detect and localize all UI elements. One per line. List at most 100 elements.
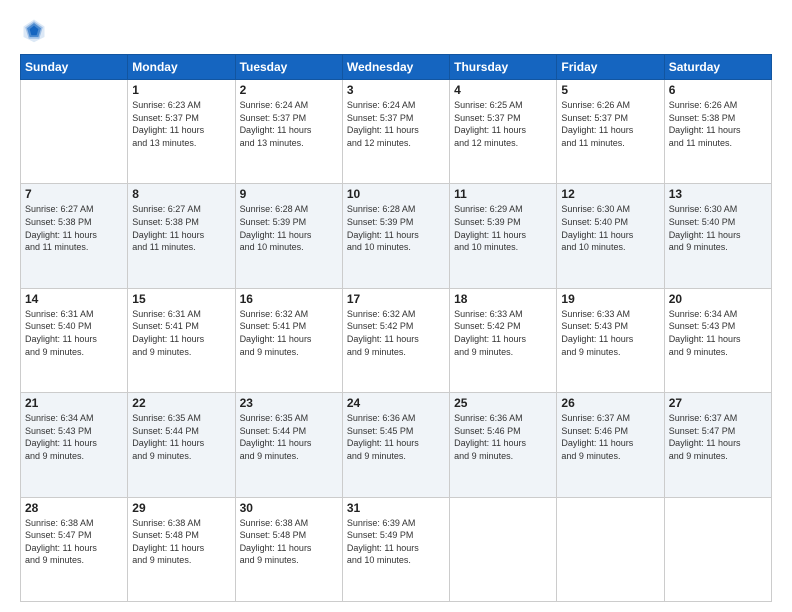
calendar-cell: 22 Sunrise: 6:35 AM Sunset: 5:44 PM Dayli… (128, 393, 235, 497)
day-number: 20 (669, 292, 767, 306)
day-info: Sunrise: 6:32 AM Sunset: 5:42 PM Dayligh… (347, 308, 445, 358)
day-info: Sunrise: 6:28 AM Sunset: 5:39 PM Dayligh… (240, 203, 338, 253)
calendar-week-row: 7 Sunrise: 6:27 AM Sunset: 5:38 PM Daylig… (21, 184, 772, 288)
day-info: Sunrise: 6:33 AM Sunset: 5:43 PM Dayligh… (561, 308, 659, 358)
day-info: Sunrise: 6:38 AM Sunset: 5:48 PM Dayligh… (240, 517, 338, 567)
calendar-cell: 10 Sunrise: 6:28 AM Sunset: 5:39 PM Dayli… (342, 184, 449, 288)
calendar-cell: 9 Sunrise: 6:28 AM Sunset: 5:39 PM Daylig… (235, 184, 342, 288)
day-number: 29 (132, 501, 230, 515)
day-number: 16 (240, 292, 338, 306)
calendar-week-row: 1 Sunrise: 6:23 AM Sunset: 5:37 PM Daylig… (21, 80, 772, 184)
calendar-cell: 11 Sunrise: 6:29 AM Sunset: 5:39 PM Dayli… (450, 184, 557, 288)
calendar-cell: 26 Sunrise: 6:37 AM Sunset: 5:46 PM Dayli… (557, 393, 664, 497)
day-info: Sunrise: 6:29 AM Sunset: 5:39 PM Dayligh… (454, 203, 552, 253)
day-info: Sunrise: 6:25 AM Sunset: 5:37 PM Dayligh… (454, 99, 552, 149)
calendar-header-row: SundayMondayTuesdayWednesdayThursdayFrid… (21, 55, 772, 80)
calendar-cell (450, 497, 557, 601)
day-number: 31 (347, 501, 445, 515)
day-number: 18 (454, 292, 552, 306)
day-number: 28 (25, 501, 123, 515)
day-info: Sunrise: 6:28 AM Sunset: 5:39 PM Dayligh… (347, 203, 445, 253)
day-number: 17 (347, 292, 445, 306)
calendar-cell: 3 Sunrise: 6:24 AM Sunset: 5:37 PM Daylig… (342, 80, 449, 184)
day-number: 4 (454, 83, 552, 97)
day-info: Sunrise: 6:35 AM Sunset: 5:44 PM Dayligh… (132, 412, 230, 462)
calendar-cell (21, 80, 128, 184)
day-number: 10 (347, 187, 445, 201)
calendar-cell: 7Sunrise: 6:27 AM Sunset: 5:38 PM Daylig… (21, 184, 128, 288)
calendar-day-header: Monday (128, 55, 235, 80)
day-number: 19 (561, 292, 659, 306)
day-info: Sunrise: 6:38 AM Sunset: 5:47 PM Dayligh… (25, 517, 123, 567)
header (20, 16, 772, 44)
day-info: Sunrise: 6:37 AM Sunset: 5:46 PM Dayligh… (561, 412, 659, 462)
calendar-table: SundayMondayTuesdayWednesdayThursdayFrid… (20, 54, 772, 602)
day-info: Sunrise: 6:34 AM Sunset: 5:43 PM Dayligh… (669, 308, 767, 358)
calendar-week-row: 21 Sunrise: 6:34 AM Sunset: 5:43 PM Dayli… (21, 393, 772, 497)
calendar-cell: 30Sunrise: 6:38 AM Sunset: 5:48 PM Dayli… (235, 497, 342, 601)
day-number: 1 (132, 83, 230, 97)
day-number: 22 (132, 396, 230, 410)
day-info: Sunrise: 6:30 AM Sunset: 5:40 PM Dayligh… (561, 203, 659, 253)
day-info: Sunrise: 6:36 AM Sunset: 5:46 PM Dayligh… (454, 412, 552, 462)
calendar-cell: 1 Sunrise: 6:23 AM Sunset: 5:37 PM Daylig… (128, 80, 235, 184)
calendar-cell: 24 Sunrise: 6:36 AM Sunset: 5:45 PM Dayli… (342, 393, 449, 497)
calendar-cell: 16 Sunrise: 6:32 AM Sunset: 5:41 PM Dayli… (235, 288, 342, 392)
calendar-cell (664, 497, 771, 601)
day-number: 27 (669, 396, 767, 410)
day-info: Sunrise: 6:36 AM Sunset: 5:45 PM Dayligh… (347, 412, 445, 462)
day-number: 21 (25, 396, 123, 410)
day-number: 6 (669, 83, 767, 97)
calendar-day-header: Saturday (664, 55, 771, 80)
calendar-cell: 5Sunrise: 6:26 AM Sunset: 5:37 PM Daylig… (557, 80, 664, 184)
day-info: Sunrise: 6:23 AM Sunset: 5:37 PM Dayligh… (132, 99, 230, 149)
day-info: Sunrise: 6:32 AM Sunset: 5:41 PM Dayligh… (240, 308, 338, 358)
calendar-day-header: Sunday (21, 55, 128, 80)
calendar-cell: 20 Sunrise: 6:34 AM Sunset: 5:43 PM Dayli… (664, 288, 771, 392)
page: SundayMondayTuesdayWednesdayThursdayFrid… (0, 0, 792, 612)
day-info: Sunrise: 6:26 AM Sunset: 5:38 PM Dayligh… (669, 99, 767, 149)
day-info: Sunrise: 6:31 AM Sunset: 5:40 PM Dayligh… (25, 308, 123, 358)
day-number: 25 (454, 396, 552, 410)
day-number: 11 (454, 187, 552, 201)
calendar-cell: 19 Sunrise: 6:33 AM Sunset: 5:43 PM Dayli… (557, 288, 664, 392)
day-number: 12 (561, 187, 659, 201)
day-number: 9 (240, 187, 338, 201)
day-info: Sunrise: 6:33 AM Sunset: 5:42 PM Dayligh… (454, 308, 552, 358)
calendar-cell (557, 497, 664, 601)
day-info: Sunrise: 6:38 AM Sunset: 5:48 PM Dayligh… (132, 517, 230, 567)
day-info: Sunrise: 6:24 AM Sunset: 5:37 PM Dayligh… (347, 99, 445, 149)
logo-icon (20, 16, 48, 44)
calendar-cell: 2 Sunrise: 6:24 AM Sunset: 5:37 PM Daylig… (235, 80, 342, 184)
calendar-cell: 25 Sunrise: 6:36 AM Sunset: 5:46 PM Dayli… (450, 393, 557, 497)
calendar-cell: 18 Sunrise: 6:33 AM Sunset: 5:42 PM Dayli… (450, 288, 557, 392)
day-info: Sunrise: 6:31 AM Sunset: 5:41 PM Dayligh… (132, 308, 230, 358)
day-info: Sunrise: 6:34 AM Sunset: 5:43 PM Dayligh… (25, 412, 123, 462)
calendar-cell: 15 Sunrise: 6:31 AM Sunset: 5:41 PM Dayli… (128, 288, 235, 392)
day-number: 2 (240, 83, 338, 97)
day-info: Sunrise: 6:27 AM Sunset: 5:38 PM Dayligh… (132, 203, 230, 253)
day-number: 26 (561, 396, 659, 410)
day-number: 8 (132, 187, 230, 201)
calendar-cell: 28 Sunrise: 6:38 AM Sunset: 5:47 PM Dayli… (21, 497, 128, 601)
calendar-cell: 21 Sunrise: 6:34 AM Sunset: 5:43 PM Dayli… (21, 393, 128, 497)
calendar-cell: 14 Sunrise: 6:31 AM Sunset: 5:40 PM Dayli… (21, 288, 128, 392)
day-number: 13 (669, 187, 767, 201)
day-number: 7 (25, 187, 123, 201)
calendar-week-row: 14 Sunrise: 6:31 AM Sunset: 5:40 PM Dayli… (21, 288, 772, 392)
calendar-day-header: Wednesday (342, 55, 449, 80)
calendar-cell: 12 Sunrise: 6:30 AM Sunset: 5:40 PM Dayli… (557, 184, 664, 288)
day-info: Sunrise: 6:37 AM Sunset: 5:47 PM Dayligh… (669, 412, 767, 462)
calendar-cell: 4 Sunrise: 6:25 AM Sunset: 5:37 PM Daylig… (450, 80, 557, 184)
calendar-cell: 8 Sunrise: 6:27 AM Sunset: 5:38 PM Daylig… (128, 184, 235, 288)
day-number: 14 (25, 292, 123, 306)
logo (20, 16, 52, 44)
day-number: 15 (132, 292, 230, 306)
day-number: 24 (347, 396, 445, 410)
calendar-day-header: Friday (557, 55, 664, 80)
calendar-day-header: Thursday (450, 55, 557, 80)
day-info: Sunrise: 6:24 AM Sunset: 5:37 PM Dayligh… (240, 99, 338, 149)
day-number: 3 (347, 83, 445, 97)
day-number: 5 (561, 83, 659, 97)
calendar-cell: 13Sunrise: 6:30 AM Sunset: 5:40 PM Dayli… (664, 184, 771, 288)
